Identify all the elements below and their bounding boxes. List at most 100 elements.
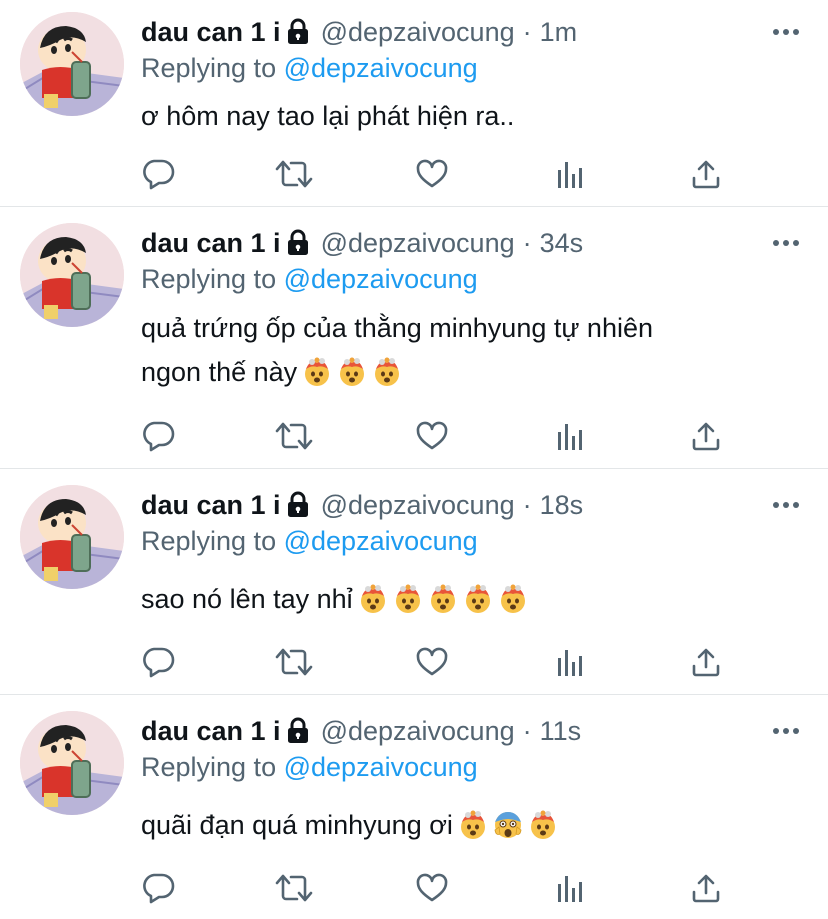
- tweet-2[interactable]: dau can 1 i @depzaivocung · 34s Replying…: [0, 207, 828, 468]
- user-handle[interactable]: @depzaivocung: [321, 487, 515, 523]
- reply-button[interactable]: [138, 154, 178, 194]
- tweet-text-line-with-emojis: ngon thế này: [141, 350, 781, 394]
- tweet-text: quãi đạn quá minhyung ơi: [141, 803, 781, 847]
- tweet-text: quả trứng ốp của thằng minhyung tự nhiên…: [141, 306, 781, 394]
- analytics-button[interactable]: [550, 416, 590, 456]
- timestamp[interactable]: 34s: [540, 225, 584, 261]
- retweet-icon: [274, 872, 314, 904]
- replying-to-label: Replying to: [141, 53, 277, 83]
- more-icon[interactable]: [772, 28, 800, 36]
- tweet-text-line: ngon thế này: [141, 357, 298, 387]
- heart-icon: [415, 872, 449, 904]
- tweet-text-content: quãi đạn quá minhyung ơi: [141, 810, 453, 840]
- separator-dot: ·: [522, 17, 532, 47]
- share-icon: [690, 420, 722, 452]
- share-button[interactable]: [686, 154, 726, 194]
- timestamp[interactable]: 11s: [540, 713, 582, 749]
- analytics-icon: [555, 872, 585, 904]
- share-icon: [690, 158, 722, 190]
- tweet-text: ơ hôm nay tao lại phát hiện ra..: [141, 94, 781, 138]
- avatar[interactable]: [20, 12, 124, 116]
- more-icon[interactable]: [772, 727, 800, 735]
- tweet-actions: [0, 416, 828, 456]
- user-handle[interactable]: @depzaivocung: [321, 225, 515, 261]
- tweet-text: sao nó lên tay nhỉ: [141, 577, 781, 621]
- retweet-icon: [274, 646, 314, 678]
- separator-dot: ·: [522, 490, 532, 520]
- mention-link[interactable]: @depzaivocung: [284, 526, 478, 556]
- retweet-button[interactable]: [274, 642, 314, 682]
- timestamp[interactable]: 1m: [540, 14, 578, 50]
- retweet-icon: [274, 158, 314, 190]
- tweet-actions: [0, 868, 828, 908]
- reply-icon: [141, 872, 175, 904]
- tweet-1[interactable]: dau can 1 i @depzaivocung · 1m Replying …: [0, 0, 828, 206]
- tweet-actions: [0, 642, 828, 682]
- exploding-head-emoji-icon: [428, 584, 458, 614]
- mention-link[interactable]: @depzaivocung: [284, 53, 478, 83]
- replying-to: Replying to @depzaivocung: [141, 523, 478, 559]
- like-button[interactable]: [412, 416, 452, 456]
- exploding-head-emoji-icon: [393, 584, 423, 614]
- avatar[interactable]: [20, 711, 124, 815]
- mention-link[interactable]: @depzaivocung: [284, 752, 478, 782]
- replying-to: Replying to @depzaivocung: [141, 749, 478, 785]
- analytics-icon: [555, 646, 585, 678]
- reply-icon: [141, 158, 175, 190]
- tweet-3[interactable]: dau can 1 i @depzaivocung · 18s Replying…: [0, 469, 828, 694]
- reply-icon: [141, 646, 175, 678]
- heart-icon: [415, 646, 449, 678]
- analytics-icon: [555, 158, 585, 190]
- share-button[interactable]: [686, 642, 726, 682]
- exploding-head-emoji-icon: [458, 810, 488, 840]
- replying-to-label: Replying to: [141, 526, 277, 556]
- tweet-header: dau can 1 i @depzaivocung · 18s: [141, 487, 583, 523]
- avatar[interactable]: [20, 485, 124, 589]
- reply-icon: [141, 420, 175, 452]
- lock-icon: [285, 717, 311, 745]
- lock-icon: [285, 18, 311, 46]
- analytics-button[interactable]: [550, 868, 590, 908]
- more-icon[interactable]: [772, 239, 800, 247]
- exploding-head-emoji-icon: [358, 584, 388, 614]
- user-handle[interactable]: @depzaivocung: [321, 713, 515, 749]
- exploding-head-emoji-icon: [372, 357, 402, 387]
- analytics-icon: [555, 420, 585, 452]
- share-icon: [690, 646, 722, 678]
- like-button[interactable]: [412, 642, 452, 682]
- screaming-face-emoji-icon: [493, 810, 523, 840]
- mention-link[interactable]: @depzaivocung: [284, 264, 478, 294]
- more-icon[interactable]: [772, 501, 800, 509]
- display-name[interactable]: dau can 1 i: [141, 713, 281, 749]
- user-handle[interactable]: @depzaivocung: [321, 14, 515, 50]
- separator-dot: ·: [522, 716, 532, 746]
- tweet-header: dau can 1 i @depzaivocung · 34s: [141, 225, 583, 261]
- timestamp[interactable]: 18s: [540, 487, 584, 523]
- replying-to: Replying to @depzaivocung: [141, 50, 478, 86]
- retweet-button[interactable]: [274, 416, 314, 456]
- share-button[interactable]: [686, 868, 726, 908]
- retweet-button[interactable]: [274, 868, 314, 908]
- share-icon: [690, 872, 722, 904]
- tweet-text-line: quả trứng ốp của thằng minhyung tự nhiên: [141, 313, 653, 343]
- reply-button[interactable]: [138, 868, 178, 908]
- display-name[interactable]: dau can 1 i: [141, 487, 281, 523]
- separator-dot: ·: [522, 228, 532, 258]
- like-button[interactable]: [412, 154, 452, 194]
- reply-button[interactable]: [138, 416, 178, 456]
- tweet-4[interactable]: dau can 1 i @depzaivocung · 11s Replying…: [0, 695, 828, 919]
- retweet-button[interactable]: [274, 154, 314, 194]
- reply-button[interactable]: [138, 642, 178, 682]
- like-button[interactable]: [412, 868, 452, 908]
- retweet-icon: [274, 420, 314, 452]
- exploding-head-emoji-icon: [498, 584, 528, 614]
- display-name[interactable]: dau can 1 i: [141, 14, 281, 50]
- replying-to-label: Replying to: [141, 752, 277, 782]
- exploding-head-emoji-icon: [463, 584, 493, 614]
- replying-to: Replying to @depzaivocung: [141, 261, 478, 297]
- share-button[interactable]: [686, 416, 726, 456]
- analytics-button[interactable]: [550, 154, 590, 194]
- analytics-button[interactable]: [550, 642, 590, 682]
- avatar[interactable]: [20, 223, 124, 327]
- display-name[interactable]: dau can 1 i: [141, 225, 281, 261]
